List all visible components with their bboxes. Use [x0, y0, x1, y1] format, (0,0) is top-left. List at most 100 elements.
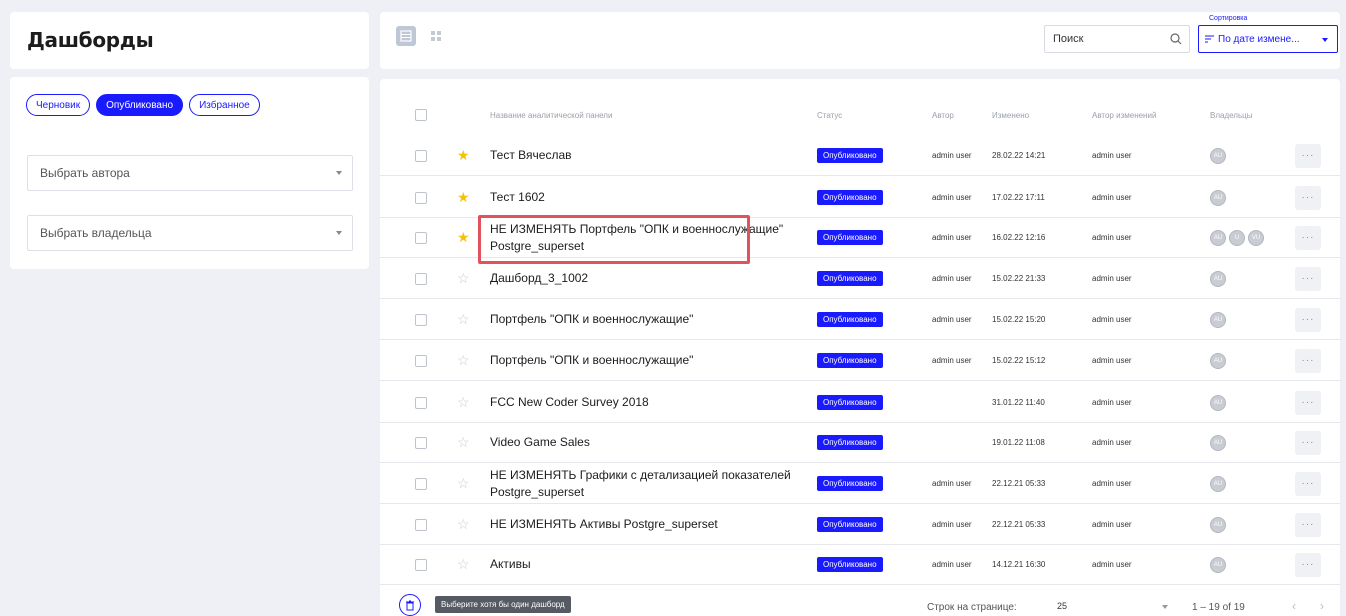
owner-avatar[interactable]: AU	[1210, 229, 1226, 246]
owner-avatar[interactable]: AU	[1210, 311, 1226, 328]
owner-avatar[interactable]: AU	[1210, 189, 1226, 206]
row-actions-button[interactable]: ···	[1295, 178, 1321, 217]
dashboard-name-link[interactable]: НЕ ИЗМЕНЯТЬ Активы Postgre_superset	[490, 505, 800, 544]
grid-view-button[interactable]	[426, 26, 446, 46]
chip-published[interactable]: Опубликовано	[96, 94, 184, 116]
row-checkbox[interactable]	[415, 341, 427, 380]
table-row[interactable]: ☆ Дашборд_3_1002 Опубликовано admin user 15.…	[380, 259, 1340, 299]
dashboard-name-link[interactable]: Активы	[490, 545, 800, 584]
status-chips: Черновик Опубликовано Избранное	[26, 94, 260, 116]
row-actions-button[interactable]: ···	[1295, 464, 1321, 503]
chevron-left-icon[interactable]: ‹	[1292, 599, 1296, 613]
search-input[interactable]: Поиск	[1044, 25, 1190, 53]
row-actions-button[interactable]: ···	[1295, 218, 1321, 257]
star-icon[interactable]: ☆	[457, 341, 470, 380]
chevron-right-icon[interactable]: ›	[1320, 599, 1324, 613]
row-checkbox[interactable]	[415, 259, 427, 298]
table-row[interactable]: ☆ НЕ ИЗМЕНЯТЬ Активы Postgre_superset Опуб…	[380, 505, 1340, 545]
more-icon: ···	[1295, 471, 1321, 496]
row-checkbox[interactable]	[415, 218, 427, 257]
dashboard-name-link[interactable]: Тест Вячеслав	[490, 136, 800, 175]
select-all-checkbox[interactable]	[415, 95, 427, 135]
dashboard-name-link[interactable]: Дашборд_3_1002	[490, 259, 800, 298]
author-select[interactable]: Выбрать автора	[27, 155, 353, 191]
owner-avatar[interactable]: AU	[1210, 352, 1226, 369]
modified-by-cell: admin user	[1092, 560, 1132, 569]
more-icon: ···	[1295, 512, 1321, 537]
star-icon[interactable]: ☆	[457, 464, 470, 503]
row-actions-button[interactable]: ···	[1295, 383, 1321, 422]
row-checkbox[interactable]	[415, 545, 427, 584]
status-badge-label: Опубликовано	[817, 517, 883, 532]
table-row[interactable]: ☆ Video Game Sales Опубликовано 19.01.22 11…	[380, 423, 1340, 463]
chip-draft[interactable]: Черновик	[26, 94, 91, 116]
star-icon[interactable]: ☆	[457, 545, 470, 584]
dashboard-name-link[interactable]: Портфель "ОПК и военнослужащие"	[490, 341, 800, 380]
list-view-button[interactable]	[396, 26, 416, 46]
row-actions-button[interactable]: ···	[1295, 259, 1321, 298]
column-owners[interactable]: Владельцы	[1210, 95, 1252, 135]
owner-avatar[interactable]: AU	[1210, 434, 1226, 451]
more-icon: ···	[1295, 185, 1321, 210]
rows-per-page-label: Строк на странице:	[927, 602, 1017, 613]
star-icon[interactable]: ☆	[457, 423, 470, 462]
table-row[interactable]: ★ Тест 1602 Опубликовано admin user 17.02.22…	[380, 178, 1340, 218]
row-actions-button[interactable]: ···	[1295, 505, 1321, 544]
star-icon[interactable]: ☆	[457, 383, 470, 422]
dashboard-name-link[interactable]: Портфель "ОПК и военнослужащие"	[490, 300, 800, 339]
dashboard-name-link[interactable]: FCC New Coder Survey 2018	[490, 383, 800, 422]
table-row[interactable]: ★ Тест Вячеслав Опубликовано admin user 28.0…	[380, 136, 1340, 176]
dashboard-name-link[interactable]: Тест 1602	[490, 178, 800, 217]
star-icon[interactable]: ★	[457, 136, 470, 175]
star-icon[interactable]: ☆	[457, 300, 470, 339]
table-row[interactable]: ☆ Портфель "ОПК и военнослужащие" Опублико…	[380, 300, 1340, 340]
status-badge: Опубликовано	[817, 383, 883, 422]
dashboard-name-link[interactable]: НЕ ИЗМЕНЯТЬ Графики с детализацией показ…	[490, 464, 800, 503]
owner-avatar[interactable]: AU	[1210, 516, 1226, 533]
table-row[interactable]: ☆ FCC New Coder Survey 2018 Опубликовано 31…	[380, 383, 1340, 423]
column-modified-by[interactable]: Автор изменений	[1092, 95, 1156, 135]
owner-avatar[interactable]: AU	[1210, 475, 1226, 492]
table-row[interactable]: ☆ Активы Опубликовано admin user 14.12.21 16…	[380, 545, 1340, 585]
row-checkbox[interactable]	[415, 423, 427, 462]
row-checkbox[interactable]	[415, 464, 427, 503]
owner-avatar[interactable]: U	[1229, 229, 1245, 246]
status-badge-label: Опубликовано	[817, 557, 883, 572]
row-checkbox[interactable]	[415, 383, 427, 422]
modified-cell: 31.01.22 11:40	[992, 398, 1045, 407]
row-checkbox[interactable]	[415, 178, 427, 217]
owner-avatar[interactable]: AU	[1210, 270, 1226, 287]
row-checkbox[interactable]	[415, 136, 427, 175]
row-actions-button[interactable]: ···	[1295, 341, 1321, 380]
owner-avatar[interactable]: AU	[1210, 147, 1226, 164]
row-actions-button[interactable]: ···	[1295, 545, 1321, 584]
column-author[interactable]: Автор	[932, 95, 954, 135]
row-actions-button[interactable]: ···	[1295, 423, 1321, 462]
table-row[interactable]: ☆ Портфель "ОПК и военнослужащие" Опублико…	[380, 341, 1340, 381]
column-modified[interactable]: Изменено	[992, 95, 1029, 135]
star-icon[interactable]: ☆	[457, 259, 470, 298]
column-name[interactable]: Название аналитической панели	[490, 95, 800, 135]
star-icon[interactable]: ☆	[457, 505, 470, 544]
column-status[interactable]: Статус	[817, 95, 842, 135]
status-badge: Опубликовано	[817, 464, 883, 503]
row-actions-button[interactable]: ···	[1295, 136, 1321, 175]
delete-button[interactable]	[399, 594, 421, 616]
sort-select[interactable]: По дате измене...	[1198, 25, 1338, 53]
owner-avatar[interactable]: VU	[1248, 229, 1264, 246]
page-header: Дашборды	[10, 12, 369, 69]
table-row[interactable]: ☆ НЕ ИЗМЕНЯТЬ Графики с детализацией пока…	[380, 464, 1340, 504]
dashboard-name-link[interactable]: Video Game Sales	[490, 423, 800, 462]
owner-avatar[interactable]: AU	[1210, 556, 1226, 573]
row-actions-button[interactable]: ···	[1295, 300, 1321, 339]
star-icon[interactable]: ★	[457, 178, 470, 217]
owners-cell: AU	[1210, 464, 1226, 503]
rows-per-page-select[interactable]: 25	[1045, 596, 1173, 616]
author-cell: admin user	[932, 560, 972, 569]
owner-select[interactable]: Выбрать владельца	[27, 215, 353, 251]
chip-favorites[interactable]: Избранное	[189, 94, 260, 116]
row-checkbox[interactable]	[415, 505, 427, 544]
row-checkbox[interactable]	[415, 300, 427, 339]
star-icon[interactable]: ★	[457, 218, 470, 257]
owner-avatar[interactable]: AU	[1210, 394, 1226, 411]
